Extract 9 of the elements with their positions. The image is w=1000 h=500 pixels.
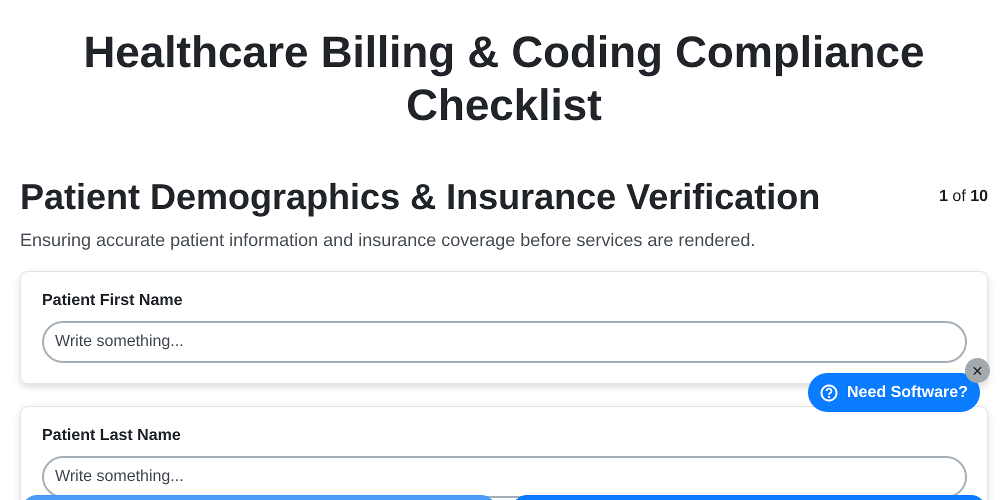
text-input[interactable]: Write something... [42, 456, 967, 498]
text-input[interactable]: Write something... [42, 321, 967, 363]
section-heading: Patient Demographics & Insurance Verification [20, 176, 820, 218]
page-title: Healthcare Billing & Coding Compliance Checklist [82, 27, 926, 132]
step-counter: 1 of 10 [939, 188, 988, 206]
field-label: Patient Last Name [42, 427, 182, 445]
field-label: Patient First Name [42, 292, 184, 310]
help-icon [820, 384, 838, 402]
section-description: Ensuring accurate patient information and insurance coverage before services are rendered. [20, 230, 756, 251]
